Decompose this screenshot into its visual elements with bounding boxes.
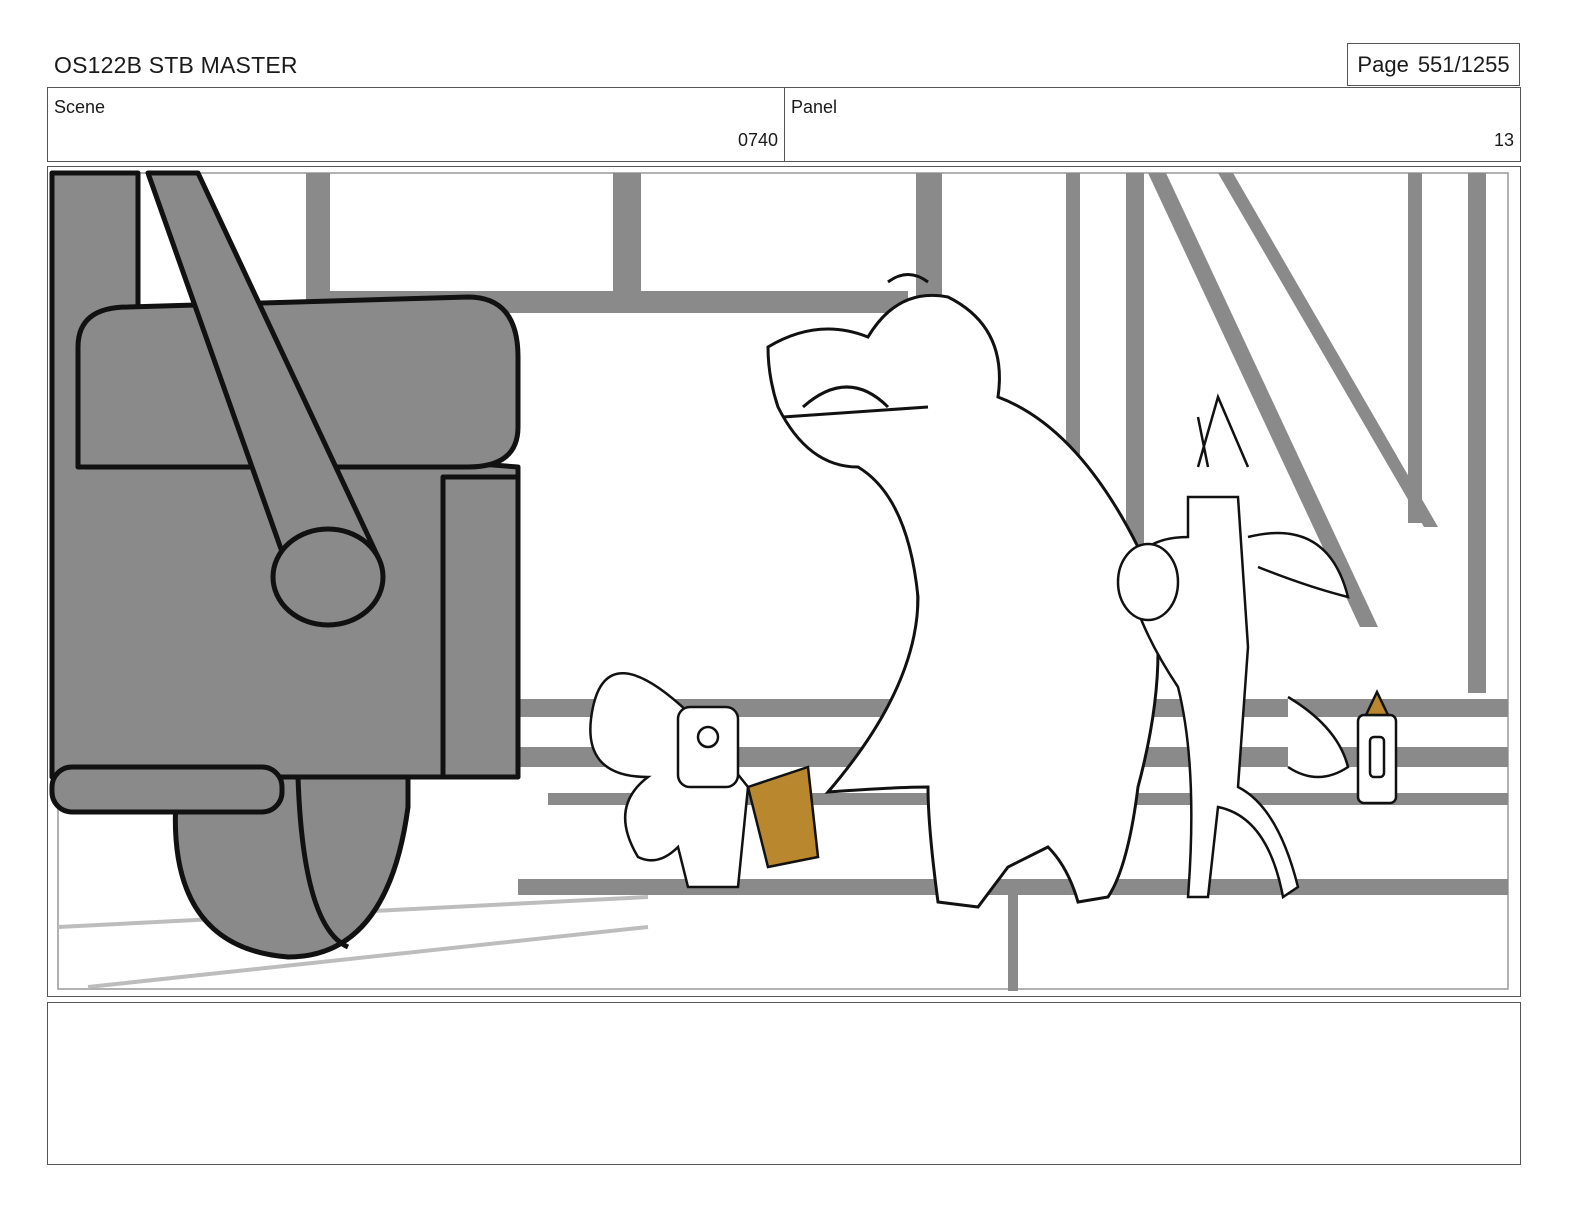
page-number: 551/1255 [1417,51,1510,77]
storyboard-sketch [49,170,1509,991]
page-label: Page [1357,51,1409,77]
scene-number: 0740 [737,130,778,150]
storyboard-frame [47,166,1521,997]
page-indicator: Page 551/1255 [1347,43,1520,86]
scene-panel-info: Scene 0740 Panel 13 [47,87,1521,162]
notes-box [47,1002,1521,1165]
panel-number: 13 [1493,130,1514,150]
scene-cell: Scene 0740 [48,88,785,161]
panel-cell: Panel 13 [785,88,1520,161]
document-title: OS122B STB MASTER [54,52,298,78]
panel-label: Panel [791,97,838,117]
scene-label: Scene [54,97,106,117]
bear [766,273,1160,909]
truck [49,170,521,960]
